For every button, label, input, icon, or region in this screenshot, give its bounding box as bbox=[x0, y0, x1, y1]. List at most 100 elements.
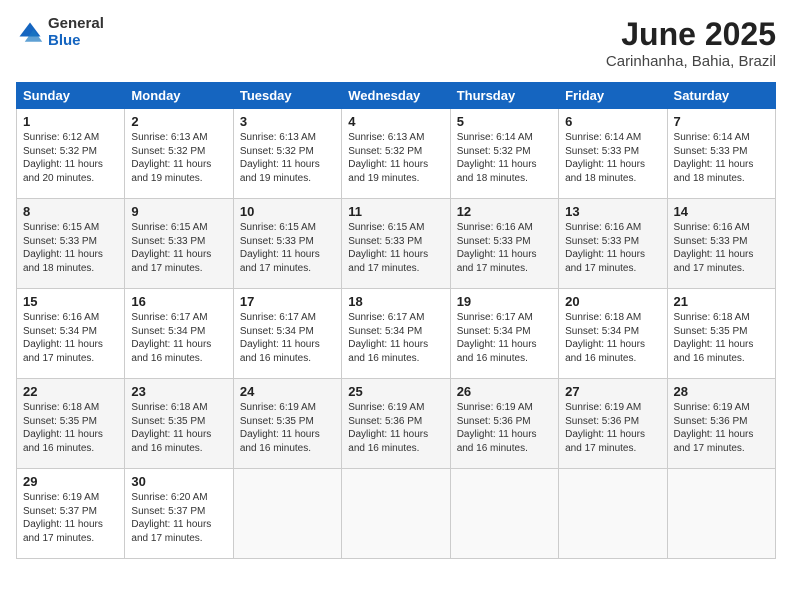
day-info: Sunrise: 6:16 AM Sunset: 5:33 PM Dayligh… bbox=[674, 221, 769, 275]
day-number: 23 bbox=[131, 384, 226, 399]
day-number: 7 bbox=[674, 114, 769, 129]
calendar: SundayMondayTuesdayWednesdayThursdayFrid… bbox=[16, 82, 776, 559]
calendar-cell: 3 Sunrise: 6:13 AM Sunset: 5:32 PM Daylig… bbox=[233, 109, 341, 199]
calendar-cell bbox=[233, 469, 341, 559]
weekday-header-row: SundayMondayTuesdayWednesdayThursdayFrid… bbox=[17, 83, 776, 109]
weekday-header-sunday: Sunday bbox=[17, 83, 125, 109]
day-info: Sunrise: 6:14 AM Sunset: 5:33 PM Dayligh… bbox=[674, 131, 769, 185]
day-number: 11 bbox=[348, 204, 443, 219]
day-info: Sunrise: 6:15 AM Sunset: 5:33 PM Dayligh… bbox=[348, 221, 443, 275]
weekday-header-friday: Friday bbox=[559, 83, 667, 109]
day-number: 1 bbox=[23, 114, 118, 129]
day-info: Sunrise: 6:18 AM Sunset: 5:35 PM Dayligh… bbox=[23, 401, 118, 455]
day-info: Sunrise: 6:18 AM Sunset: 5:35 PM Dayligh… bbox=[131, 401, 226, 455]
day-info: Sunrise: 6:15 AM Sunset: 5:33 PM Dayligh… bbox=[240, 221, 335, 275]
calendar-cell: 18 Sunrise: 6:17 AM Sunset: 5:34 PM Dayli… bbox=[342, 289, 450, 379]
calendar-cell: 26Sunrise: 6:19 AM Sunset: 5:36 PM Dayli… bbox=[450, 379, 558, 469]
calendar-cell: 5Sunrise: 6:14 AM Sunset: 5:32 PM Daylig… bbox=[450, 109, 558, 199]
day-info: Sunrise: 6:14 AM Sunset: 5:32 PM Dayligh… bbox=[457, 131, 552, 185]
logo-text: General Blue bbox=[48, 16, 104, 49]
day-number: 24 bbox=[240, 384, 335, 399]
day-info: Sunrise: 6:17 AM Sunset: 5:34 PM Dayligh… bbox=[457, 311, 552, 365]
day-info: Sunrise: 6:14 AM Sunset: 5:33 PM Dayligh… bbox=[565, 131, 660, 185]
day-number: 20 bbox=[565, 294, 660, 309]
day-number: 9 bbox=[131, 204, 226, 219]
day-number: 17 bbox=[240, 294, 335, 309]
day-info: Sunrise: 6:13 AM Sunset: 5:32 PM Dayligh… bbox=[131, 131, 226, 185]
calendar-cell: 21Sunrise: 6:18 AM Sunset: 5:35 PM Dayli… bbox=[667, 289, 775, 379]
calendar-cell: 20 Sunrise: 6:18 AM Sunset: 5:34 PM Dayli… bbox=[559, 289, 667, 379]
calendar-cell: 22 Sunrise: 6:18 AM Sunset: 5:35 PM Dayli… bbox=[17, 379, 125, 469]
location-title: Carinhanha, Bahia, Brazil bbox=[606, 53, 776, 70]
day-number: 26 bbox=[457, 384, 552, 399]
calendar-cell: 15 Sunrise: 6:16 AM Sunset: 5:34 PM Dayli… bbox=[17, 289, 125, 379]
calendar-header: SundayMondayTuesdayWednesdayThursdayFrid… bbox=[17, 83, 776, 109]
calendar-cell: 24Sunrise: 6:19 AM Sunset: 5:35 PM Dayli… bbox=[233, 379, 341, 469]
day-number: 13 bbox=[565, 204, 660, 219]
weekday-header-saturday: Saturday bbox=[667, 83, 775, 109]
page-header: General Blue June 2025 Carinhanha, Bahia… bbox=[16, 16, 776, 70]
day-info: Sunrise: 6:13 AM Sunset: 5:32 PM Dayligh… bbox=[348, 131, 443, 185]
day-info: Sunrise: 6:16 AM Sunset: 5:33 PM Dayligh… bbox=[457, 221, 552, 275]
logo-general: General bbox=[48, 16, 104, 33]
calendar-cell: 27 Sunrise: 6:19 AM Sunset: 5:36 PM Dayli… bbox=[559, 379, 667, 469]
day-number: 27 bbox=[565, 384, 660, 399]
calendar-cell: 28 Sunrise: 6:19 AM Sunset: 5:36 PM Dayli… bbox=[667, 379, 775, 469]
day-number: 18 bbox=[348, 294, 443, 309]
day-info: Sunrise: 6:16 AM Sunset: 5:34 PM Dayligh… bbox=[23, 311, 118, 365]
day-info: Sunrise: 6:17 AM Sunset: 5:34 PM Dayligh… bbox=[131, 311, 226, 365]
day-number: 19 bbox=[457, 294, 552, 309]
calendar-cell: 10 Sunrise: 6:15 AM Sunset: 5:33 PM Dayli… bbox=[233, 199, 341, 289]
day-number: 16 bbox=[131, 294, 226, 309]
day-number: 25 bbox=[348, 384, 443, 399]
month-title: June 2025 bbox=[606, 16, 776, 53]
day-info: Sunrise: 6:17 AM Sunset: 5:34 PM Dayligh… bbox=[348, 311, 443, 365]
day-number: 2 bbox=[131, 114, 226, 129]
day-info: Sunrise: 6:13 AM Sunset: 5:32 PM Dayligh… bbox=[240, 131, 335, 185]
calendar-cell: 30Sunrise: 6:20 AM Sunset: 5:37 PM Dayli… bbox=[125, 469, 233, 559]
calendar-cell: 12 Sunrise: 6:16 AM Sunset: 5:33 PM Dayli… bbox=[450, 199, 558, 289]
calendar-cell: 14 Sunrise: 6:16 AM Sunset: 5:33 PM Dayli… bbox=[667, 199, 775, 289]
day-info: Sunrise: 6:19 AM Sunset: 5:36 PM Dayligh… bbox=[674, 401, 769, 455]
calendar-cell: 29 Sunrise: 6:19 AM Sunset: 5:37 PM Dayli… bbox=[17, 469, 125, 559]
calendar-cell: 19 Sunrise: 6:17 AM Sunset: 5:34 PM Dayli… bbox=[450, 289, 558, 379]
day-info: Sunrise: 6:19 AM Sunset: 5:37 PM Dayligh… bbox=[23, 491, 118, 545]
calendar-cell: 13 Sunrise: 6:16 AM Sunset: 5:33 PM Dayli… bbox=[559, 199, 667, 289]
day-info: Sunrise: 6:20 AM Sunset: 5:37 PM Dayligh… bbox=[131, 491, 226, 545]
day-number: 29 bbox=[23, 474, 118, 489]
calendar-cell: 4 Sunrise: 6:13 AM Sunset: 5:32 PM Daylig… bbox=[342, 109, 450, 199]
day-info: Sunrise: 6:15 AM Sunset: 5:33 PM Dayligh… bbox=[131, 221, 226, 275]
logo-blue: Blue bbox=[48, 33, 104, 50]
calendar-body: 1Sunrise: 6:12 AM Sunset: 5:32 PM Daylig… bbox=[17, 109, 776, 559]
day-info: Sunrise: 6:15 AM Sunset: 5:33 PM Dayligh… bbox=[23, 221, 118, 275]
week-row-5: 29 Sunrise: 6:19 AM Sunset: 5:37 PM Dayli… bbox=[17, 469, 776, 559]
week-row-1: 1Sunrise: 6:12 AM Sunset: 5:32 PM Daylig… bbox=[17, 109, 776, 199]
weekday-header-wednesday: Wednesday bbox=[342, 83, 450, 109]
calendar-cell: 6Sunrise: 6:14 AM Sunset: 5:33 PM Daylig… bbox=[559, 109, 667, 199]
calendar-cell: 11 Sunrise: 6:15 AM Sunset: 5:33 PM Dayli… bbox=[342, 199, 450, 289]
calendar-cell bbox=[559, 469, 667, 559]
logo-icon bbox=[16, 19, 44, 47]
day-number: 10 bbox=[240, 204, 335, 219]
calendar-cell: 2 Sunrise: 6:13 AM Sunset: 5:32 PM Daylig… bbox=[125, 109, 233, 199]
day-info: Sunrise: 6:18 AM Sunset: 5:34 PM Dayligh… bbox=[565, 311, 660, 365]
day-number: 12 bbox=[457, 204, 552, 219]
day-info: Sunrise: 6:16 AM Sunset: 5:33 PM Dayligh… bbox=[565, 221, 660, 275]
day-number: 14 bbox=[674, 204, 769, 219]
calendar-cell: 1Sunrise: 6:12 AM Sunset: 5:32 PM Daylig… bbox=[17, 109, 125, 199]
day-info: Sunrise: 6:18 AM Sunset: 5:35 PM Dayligh… bbox=[674, 311, 769, 365]
day-number: 28 bbox=[674, 384, 769, 399]
calendar-cell: 8 Sunrise: 6:15 AM Sunset: 5:33 PM Daylig… bbox=[17, 199, 125, 289]
day-number: 3 bbox=[240, 114, 335, 129]
weekday-header-monday: Monday bbox=[125, 83, 233, 109]
day-number: 4 bbox=[348, 114, 443, 129]
day-info: Sunrise: 6:19 AM Sunset: 5:36 PM Dayligh… bbox=[348, 401, 443, 455]
title-block: June 2025 Carinhanha, Bahia, Brazil bbox=[606, 16, 776, 70]
day-number: 15 bbox=[23, 294, 118, 309]
day-info: Sunrise: 6:19 AM Sunset: 5:36 PM Dayligh… bbox=[565, 401, 660, 455]
week-row-3: 15 Sunrise: 6:16 AM Sunset: 5:34 PM Dayli… bbox=[17, 289, 776, 379]
day-number: 8 bbox=[23, 204, 118, 219]
calendar-cell: 17 Sunrise: 6:17 AM Sunset: 5:34 PM Dayli… bbox=[233, 289, 341, 379]
day-number: 22 bbox=[23, 384, 118, 399]
day-info: Sunrise: 6:17 AM Sunset: 5:34 PM Dayligh… bbox=[240, 311, 335, 365]
